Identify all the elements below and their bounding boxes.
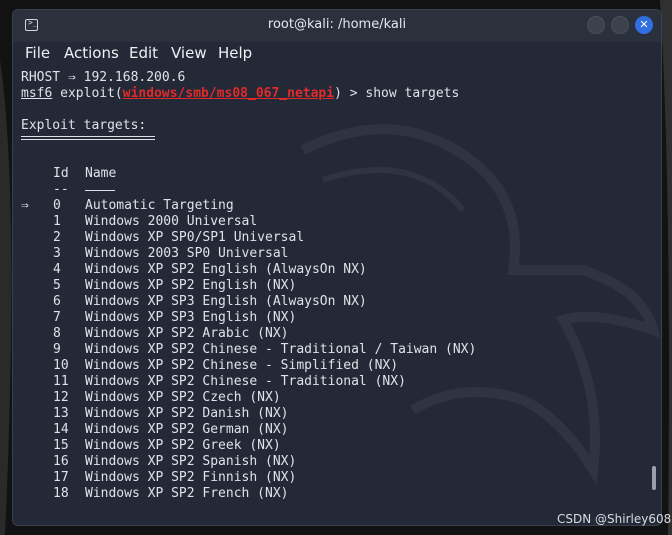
target-id: 6	[53, 294, 61, 309]
close-button[interactable]: ✕	[635, 16, 653, 34]
table-row: 2 Windows XP SP0/SP1 Universal	[21, 230, 641, 246]
target-id: 18	[53, 486, 69, 501]
terminal-output[interactable]: RHOST ⇒ 192.168.200.6 msf6 exploit(windo…	[21, 68, 641, 518]
table-row: 8 Windows XP SP2 Arabic (NX)	[21, 326, 641, 342]
column-id-underline: --	[53, 182, 69, 197]
target-name: Windows XP SP2 Finnish (NX)	[85, 470, 297, 485]
target-id: 13	[53, 406, 69, 421]
target-name: Windows XP SP3 English (AlwaysOn NX)	[85, 294, 367, 309]
prompt-line: msf6 exploit(windows/smb/ms08_067_netapi…	[21, 86, 459, 102]
target-name: Windows XP SP2 Czech (NX)	[85, 390, 281, 405]
target-name: Windows 2003 SP0 Universal	[85, 246, 289, 261]
target-id: 10	[53, 358, 69, 373]
prompt-pre: exploit(	[52, 86, 123, 101]
title-bar[interactable]: >_ root@kali: /home/kali ✕	[13, 10, 661, 42]
table-row: 11 Windows XP SP2 Chinese - Traditional (…	[21, 374, 641, 390]
section-underline-1	[21, 136, 155, 137]
target-name: Windows XP SP2 Chinese - Traditional (NX…	[85, 374, 406, 389]
table-row: 9 Windows XP SP2 Chinese - Traditional / …	[21, 342, 641, 358]
menu-view[interactable]: View	[171, 44, 207, 62]
target-id: 17	[53, 470, 69, 485]
table-row: 1 Windows 2000 Universal	[21, 214, 641, 230]
table-row: 13 Windows XP SP2 Danish (NX)	[21, 406, 641, 422]
target-name: Windows XP SP2 Chinese - Traditional / T…	[85, 342, 477, 357]
table-row: 18 Windows XP SP2 French (NX)	[21, 486, 641, 502]
menu-actions[interactable]: Actions	[64, 44, 119, 62]
target-name: Windows XP SP2 Arabic (NX)	[85, 326, 289, 341]
target-id: 9	[53, 342, 61, 357]
target-name: Windows 2000 Universal	[85, 214, 258, 229]
menu-file[interactable]: File	[25, 44, 50, 62]
section-underline-2	[21, 139, 155, 140]
table-row: 17 Windows XP SP2 Finnish (NX)	[21, 470, 641, 486]
table-row: 10 Windows XP SP2 Chinese - Simplified (N…	[21, 358, 641, 374]
rhost-line: RHOST ⇒ 192.168.200.6	[21, 70, 186, 85]
prompt-command: ) > show targets	[334, 86, 460, 101]
table-row: 12 Windows XP SP2 Czech (NX)	[21, 390, 641, 406]
menu-edit[interactable]: Edit	[129, 44, 158, 62]
column-id-header: Id	[53, 166, 69, 181]
minimize-button[interactable]	[587, 16, 605, 34]
target-id: 14	[53, 422, 69, 437]
target-name: Windows XP SP2 English (NX)	[85, 278, 297, 293]
table-row: 7 Windows XP SP3 English (NX)	[21, 310, 641, 326]
terminal-window: >_ root@kali: /home/kali ✕ File Actions …	[12, 9, 662, 526]
maximize-button[interactable]	[611, 16, 629, 34]
table-row: 3 Windows 2003 SP0 Universal	[21, 246, 641, 262]
target-id: 1	[53, 214, 61, 229]
target-id: 11	[53, 374, 69, 389]
table-row: 5 Windows XP SP2 English (NX)	[21, 278, 641, 294]
prompt-name: msf6	[21, 86, 53, 101]
table-row: 14 Windows XP SP2 German (NX)	[21, 422, 641, 438]
target-id: 2	[53, 230, 61, 245]
column-name-underline	[85, 190, 115, 191]
menu-help[interactable]: Help	[218, 44, 252, 62]
table-row: 16 Windows XP SP2 Spanish (NX)	[21, 454, 641, 470]
target-id: 4	[53, 262, 61, 277]
window-title: root@kali: /home/kali	[267, 17, 407, 32]
target-name: Windows XP SP2 Greek (NX)	[85, 438, 281, 453]
target-id: 3	[53, 246, 61, 261]
table-row: 4 Windows XP SP2 English (AlwaysOn NX)	[21, 262, 641, 278]
target-id: 16	[53, 454, 69, 469]
scrollbar-thumb[interactable]	[652, 466, 656, 490]
target-name: Windows XP SP2 French (NX)	[85, 486, 289, 501]
selected-target-marker: ⇒	[21, 198, 29, 213]
column-name-header: Name	[85, 166, 117, 181]
target-name: Windows XP SP0/SP1 Universal	[85, 230, 305, 245]
prompt-module: windows/smb/ms08_067_netapi	[122, 86, 335, 101]
target-name: Windows XP SP2 Chinese - Simplified (NX)	[85, 358, 399, 373]
target-name: Windows XP SP3 English (NX)	[85, 310, 297, 325]
close-icon: ✕	[639, 18, 649, 31]
table-row: 6 Windows XP SP3 English (AlwaysOn NX)	[21, 294, 641, 310]
target-name: Windows XP SP2 English (AlwaysOn NX)	[85, 262, 367, 277]
target-id: 15	[53, 438, 69, 453]
watermark-text: CSDN @Shirley608	[557, 512, 672, 526]
target-id: 5	[53, 278, 61, 293]
target-name: Windows XP SP2 Spanish (NX)	[85, 454, 297, 469]
target-name: Automatic Targeting	[85, 198, 234, 213]
target-name: Windows XP SP2 Danish (NX)	[85, 406, 289, 421]
target-id: 8	[53, 326, 61, 341]
section-title: Exploit targets:	[21, 118, 147, 133]
target-id: 12	[53, 390, 69, 405]
menu-bar: File Actions Edit View Help	[13, 42, 661, 66]
target-name: Windows XP SP2 German (NX)	[85, 422, 289, 437]
table-row: 15 Windows XP SP2 Greek (NX)	[21, 438, 641, 454]
target-id: 0	[53, 198, 61, 213]
target-id: 7	[53, 310, 61, 325]
table-row: ⇒ 0 Automatic Targeting	[21, 198, 641, 214]
